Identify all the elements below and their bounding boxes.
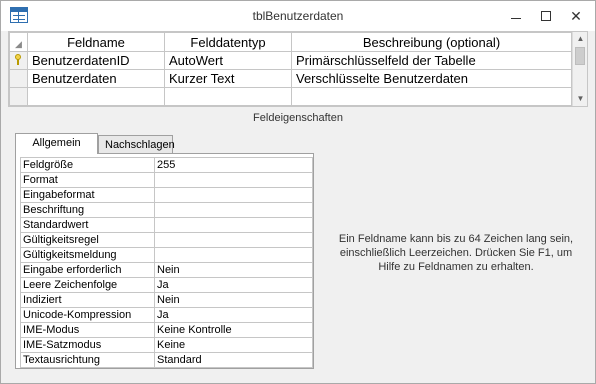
property-value[interactable]	[154, 247, 313, 263]
field-help-text: Ein Feldname kann bis zu 64 Zeichen lang…	[338, 233, 574, 273]
property-row: IME-Modus Keine Kontrolle	[20, 322, 313, 338]
row-selector[interactable]	[9, 51, 28, 70]
property-row: Standardwert	[20, 217, 313, 233]
scroll-down-arrow-icon[interactable]: ▼	[573, 92, 587, 106]
property-row: Textausrichtung Standard	[20, 352, 313, 368]
property-row: Gültigkeitsmeldung	[20, 247, 313, 263]
close-icon: ✕	[570, 7, 582, 24]
properties-caption: Feldeigenschaften	[253, 112, 343, 124]
row-selector[interactable]	[9, 87, 28, 106]
property-label[interactable]: Format	[20, 172, 155, 188]
field-grid: ◢ Feldname Felddatentyp Beschreibung (op…	[8, 31, 588, 107]
property-label[interactable]: Gültigkeitsregel	[20, 232, 155, 248]
data-type-cell[interactable]	[164, 87, 292, 106]
property-label[interactable]: Leere Zeichenfolge	[20, 277, 155, 293]
property-label[interactable]: Beschriftung	[20, 202, 155, 218]
header-field-name[interactable]: Feldname	[27, 32, 165, 52]
property-label[interactable]: IME-Modus	[20, 322, 155, 338]
property-label[interactable]: Feldgröße	[20, 157, 155, 173]
property-value[interactable]	[154, 217, 313, 233]
property-value[interactable]: Keine	[154, 337, 313, 353]
table-row: Benutzerdaten Kurzer Text Verschlüsselte…	[9, 69, 572, 88]
property-value[interactable]	[154, 187, 313, 203]
property-row: Eingabeformat	[20, 187, 313, 203]
select-all-corner[interactable]: ◢	[9, 32, 28, 52]
design-view-window: tblBenutzerdaten ✕ ◢ Feldname Felddatent…	[0, 0, 596, 384]
property-label[interactable]: IME-Satzmodus	[20, 337, 155, 353]
property-value[interactable]: Ja	[154, 307, 313, 323]
scrollbar-thumb[interactable]	[575, 47, 585, 65]
property-label[interactable]: Unicode-Kompression	[20, 307, 155, 323]
property-row: Gültigkeitsregel	[20, 232, 313, 248]
property-value[interactable]	[154, 172, 313, 188]
minimize-button[interactable]	[501, 1, 531, 31]
field-name-cell[interactable]: Benutzerdaten	[27, 69, 165, 88]
description-cell[interactable]: Primärschlüsselfeld der Tabelle	[291, 51, 572, 70]
tab-allgemein[interactable]: Allgemein	[15, 133, 98, 154]
property-value[interactable]	[154, 232, 313, 248]
properties-panel: Feldgröße 255 Format Eingabeformat Beschr…	[15, 153, 314, 369]
property-value[interactable]: Nein	[154, 262, 313, 278]
property-row: Format	[20, 172, 313, 188]
maximize-button[interactable]	[531, 1, 561, 31]
tab-nachschlagen[interactable]: Nachschlagen	[98, 135, 175, 154]
header-data-type[interactable]: Felddatentyp	[164, 32, 292, 52]
property-row: Unicode-Kompression Ja	[20, 307, 313, 323]
grid-header-row: ◢ Feldname Felddatentyp Beschreibung (op…	[9, 32, 572, 52]
property-label[interactable]: Indiziert	[20, 292, 155, 308]
table-row: BenutzerdatenID AutoWert Primärschlüssel…	[9, 51, 572, 70]
property-value[interactable]: 255	[154, 157, 313, 173]
property-row: Beschriftung	[20, 202, 313, 218]
properties-table: Feldgröße 255 Format Eingabeformat Beschr…	[20, 157, 313, 368]
property-row: Leere Zeichenfolge Ja	[20, 277, 313, 293]
description-cell[interactable]	[291, 87, 572, 106]
data-type-cell[interactable]: Kurzer Text	[164, 69, 292, 88]
property-value[interactable]: Standard	[154, 352, 313, 368]
property-label[interactable]: Standardwert	[20, 217, 155, 233]
property-row: Eingabe erforderlich Nein	[20, 262, 313, 278]
description-cell[interactable]: Verschlüsselte Benutzerdaten	[291, 69, 572, 88]
title-bar[interactable]: tblBenutzerdaten ✕	[1, 1, 595, 31]
scroll-up-arrow-icon[interactable]: ▲	[573, 32, 587, 46]
property-label[interactable]: Textausrichtung	[20, 352, 155, 368]
close-button[interactable]: ✕	[561, 1, 591, 31]
property-label[interactable]: Gültigkeitsmeldung	[20, 247, 155, 263]
property-value[interactable]: Keine Kontrolle	[154, 322, 313, 338]
table-row	[9, 87, 572, 106]
property-row: Indiziert Nein	[20, 292, 313, 308]
property-value[interactable]: Nein	[154, 292, 313, 308]
grid-vertical-scrollbar[interactable]: ▲ ▼	[572, 32, 587, 106]
field-name-cell[interactable]: BenutzerdatenID	[27, 51, 165, 70]
property-label[interactable]: Eingabeformat	[20, 187, 155, 203]
property-row: Feldgröße 255	[20, 157, 313, 173]
row-selector[interactable]	[9, 69, 28, 88]
property-row: IME-Satzmodus Keine	[20, 337, 313, 353]
property-value[interactable]	[154, 202, 313, 218]
property-label[interactable]: Eingabe erforderlich	[20, 262, 155, 278]
property-value[interactable]: Ja	[154, 277, 313, 293]
maximize-icon	[541, 11, 551, 21]
minimize-icon	[511, 17, 521, 19]
data-type-cell[interactable]: AutoWert	[164, 51, 292, 70]
primary-key-icon	[14, 54, 22, 65]
header-description[interactable]: Beschreibung (optional)	[291, 32, 572, 52]
field-name-cell[interactable]	[27, 87, 165, 106]
field-table: ◢ Feldname Felddatentyp Beschreibung (op…	[9, 32, 572, 106]
